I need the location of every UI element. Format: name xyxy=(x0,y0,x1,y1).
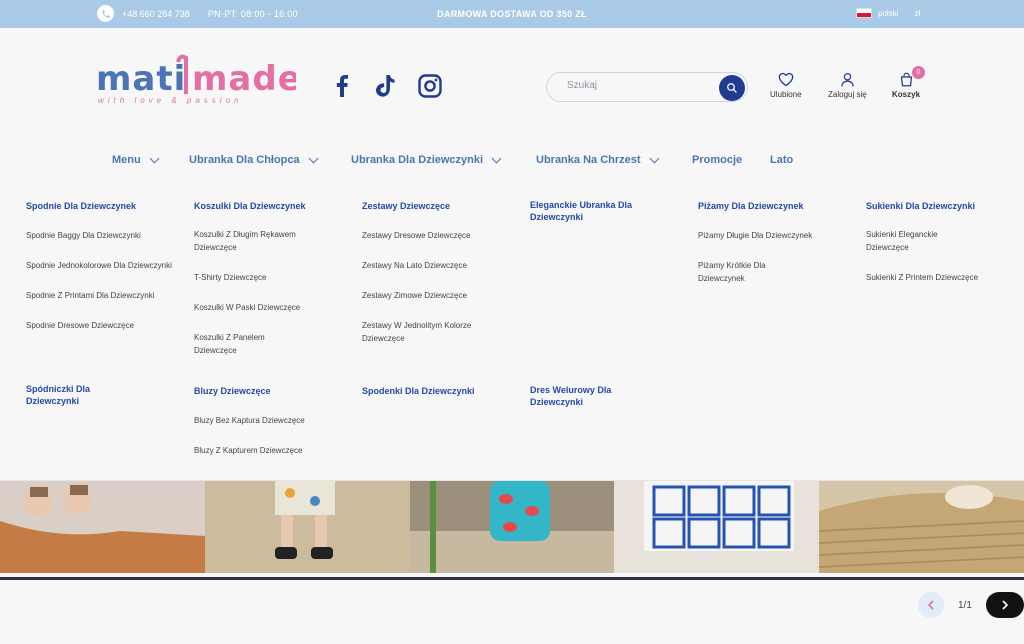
menu-subcategory-link[interactable]: Spodnie Dresowe Dziewczęce xyxy=(26,319,176,332)
nav-label: Promocje xyxy=(692,154,743,166)
favorites-label: Ulubione xyxy=(770,90,802,99)
chevron-down-icon xyxy=(149,153,160,163)
page-counter: 1/1 xyxy=(958,599,972,611)
nav-item-menu[interactable]: Menu xyxy=(112,153,160,166)
site-header: mati made with love & passion Ulubione Z… xyxy=(0,28,1024,140)
menu-subcategory-link[interactable]: T-Shirty Dziewczęce xyxy=(194,271,344,284)
social-links xyxy=(330,74,442,98)
carousel-pager: 1/1 xyxy=(918,592,1024,618)
chevron-left-icon xyxy=(927,600,934,610)
menu-category-link[interactable]: Spódniczki Dla Dziewczynki xyxy=(26,383,136,407)
menu-subcategory-link[interactable]: Spodnie Jednokolorowe Dla Dziewczynki xyxy=(26,259,176,272)
mega-menu-dropdown: Spodnie Dla Dziewczynek Spodnie Baggy Dl… xyxy=(0,182,1024,481)
menu-subcategory-link[interactable]: Sukienki Eleganckie Dziewczęce xyxy=(866,228,966,254)
menu-column-shirts: Koszulki Dla Dziewczynek Koszulki Z Dług… xyxy=(194,200,344,357)
currency-label[interactable]: zł xyxy=(914,9,920,18)
heart-icon xyxy=(778,72,794,87)
menu-subcategory-link[interactable]: Bluzy Z Kapturem Dziewczęce xyxy=(194,444,344,457)
svg-text:made: made xyxy=(192,59,296,99)
login-link[interactable]: Zaloguj się xyxy=(828,72,867,99)
menu-subcategory-link[interactable]: Zestawy W Jednolitym Kolorze Dziewczęce xyxy=(362,319,492,345)
chevron-down-icon xyxy=(308,153,319,163)
prev-button[interactable] xyxy=(918,592,944,618)
menu-column-skirts: Spódniczki Dla Dziewczynki xyxy=(26,383,136,407)
site-logo[interactable]: mati made with love & passion xyxy=(96,50,306,114)
search-icon xyxy=(727,83,737,93)
chevron-down-icon xyxy=(491,153,502,163)
nav-label: Lato xyxy=(770,154,794,166)
menu-column-shorts: Spodenki Dla Dziewczynki xyxy=(362,385,512,397)
product-photo[interactable] xyxy=(409,481,615,573)
next-section-preview xyxy=(0,638,1024,644)
menu-subcategory-link[interactable]: Koszulki W Paski Dziewczęce xyxy=(194,301,344,314)
cart-link[interactable]: 0 Koszyk xyxy=(892,66,925,99)
nav-item-girls[interactable]: Ubranka Dla Dziewczynki xyxy=(351,153,502,166)
menu-column-hoodies: Bluzy Dziewczęce Bluzy Bez Kaptura Dziew… xyxy=(194,385,344,457)
nav-item-promotions[interactable]: Promocje xyxy=(692,154,742,166)
menu-column-elegant: Eleganckie Ubranka Dla Dziewczynki xyxy=(530,199,660,223)
tiktok-icon[interactable] xyxy=(374,74,398,98)
menu-category-link[interactable]: Sukienki Dla Dziewczynki xyxy=(866,200,1016,212)
menu-column-velour: Dres Welurowy Dla Dziewczynki xyxy=(530,384,640,408)
menu-subcategory-link[interactable]: Zestawy Dresowe Dziewczęce xyxy=(362,229,512,242)
instagram-icon[interactable] xyxy=(418,74,442,98)
menu-category-link[interactable]: Dres Welurowy Dla Dziewczynki xyxy=(530,384,640,408)
menu-column-sets: Zestawy Dziewczęce Zestawy Dresowe Dziew… xyxy=(362,200,512,345)
search-input[interactable] xyxy=(567,80,717,91)
logo-tagline: with love & passion xyxy=(98,96,243,105)
nav-item-summer[interactable]: Lato xyxy=(770,154,793,166)
menu-subcategory-link[interactable]: Zestawy Zimowe Dziewczęce xyxy=(362,289,512,302)
menu-subcategory-link[interactable]: Spodnie Baggy Dla Dziewczynki xyxy=(26,229,176,242)
login-label: Zaloguj się xyxy=(828,90,867,99)
nav-label: Ubranka Na Chrzest xyxy=(536,154,641,166)
menu-category-link[interactable]: Spodenki Dla Dziewczynki xyxy=(362,385,512,397)
language-label[interactable]: polski xyxy=(878,9,898,18)
nav-label: Ubranka Dla Dziewczynki xyxy=(351,154,484,166)
menu-subcategory-link[interactable]: Koszulki Z Długim Rękawem Dziewczęce xyxy=(194,228,324,254)
chevron-down-icon xyxy=(649,153,659,163)
menu-category-link[interactable]: Piżamy Dla Dziewczynek xyxy=(698,200,848,212)
nav-item-christening[interactable]: Ubranka Na Chrzest xyxy=(536,153,659,166)
menu-subcategory-link[interactable]: Piżamy Długie Dla Dziewczynek xyxy=(698,229,848,242)
menu-subcategory-link[interactable]: Zestawy Na Lato Dziewczęce xyxy=(362,259,512,272)
top-bar: +48 660 284 738 PN-PT: 08:00 - 16:00 DAR… xyxy=(0,0,1024,28)
menu-subcategory-link[interactable]: Bluzy Bez Kaptura Dziewczęce xyxy=(194,414,344,427)
menu-category-link[interactable]: Eleganckie Ubranka Dla Dziewczynki xyxy=(530,199,660,223)
menu-subcategory-link[interactable]: Koszulki Z Panelem Dziewczęce xyxy=(194,331,304,357)
menu-subcategory-link[interactable]: Sukienki Z Printem Dziewczęce xyxy=(866,271,1016,284)
nav-item-boys[interactable]: Ubranka Dla Chłopca xyxy=(189,153,319,166)
chevron-right-icon xyxy=(1002,600,1009,610)
menu-column-dresses: Sukienki Dla Dziewczynki Sukienki Elegan… xyxy=(866,200,1016,284)
language-selector[interactable]: polski zł xyxy=(856,8,920,18)
svg-text:mati: mati xyxy=(96,59,186,99)
nav-label: Menu xyxy=(112,154,141,166)
menu-column-pajamas: Piżamy Dla Dziewczynek Piżamy Długie Dla… xyxy=(698,200,848,285)
menu-category-link[interactable]: Koszulki Dla Dziewczynek xyxy=(194,200,344,212)
next-button[interactable] xyxy=(985,592,1024,618)
menu-category-link[interactable]: Spodnie Dla Dziewczynek xyxy=(26,200,176,212)
product-photo[interactable] xyxy=(204,481,410,573)
facebook-icon[interactable] xyxy=(330,74,354,98)
search-button[interactable] xyxy=(719,75,745,101)
cart-label: Koszyk xyxy=(892,90,921,99)
search-bar xyxy=(546,72,748,102)
menu-category-link[interactable]: Zestawy Dziewczęce xyxy=(362,200,512,212)
product-image-strip xyxy=(0,481,1024,573)
user-icon xyxy=(841,72,854,87)
product-photo[interactable] xyxy=(614,481,820,573)
divider xyxy=(0,577,1024,580)
poland-flag-icon xyxy=(856,8,872,18)
menu-subcategory-link[interactable]: Piżamy Krótkie Dla Dziewczynek xyxy=(698,259,798,285)
main-navigation: Menu Ubranka Dla Chłopca Ubranka Dla Dzi… xyxy=(0,140,1024,182)
cart-count-badge: 0 xyxy=(912,66,925,79)
nav-label: Ubranka Dla Chłopca xyxy=(189,154,300,166)
product-photo[interactable] xyxy=(0,481,205,573)
favorites-link[interactable]: Ulubione xyxy=(770,72,802,99)
menu-subcategory-link[interactable]: Spodnie Z Printami Dla Dziewczynki xyxy=(26,289,176,302)
product-photo[interactable] xyxy=(819,481,1024,573)
menu-category-link[interactable]: Bluzy Dziewczęce xyxy=(194,385,344,397)
menu-column-pants: Spodnie Dla Dziewczynek Spodnie Baggy Dl… xyxy=(26,200,176,332)
